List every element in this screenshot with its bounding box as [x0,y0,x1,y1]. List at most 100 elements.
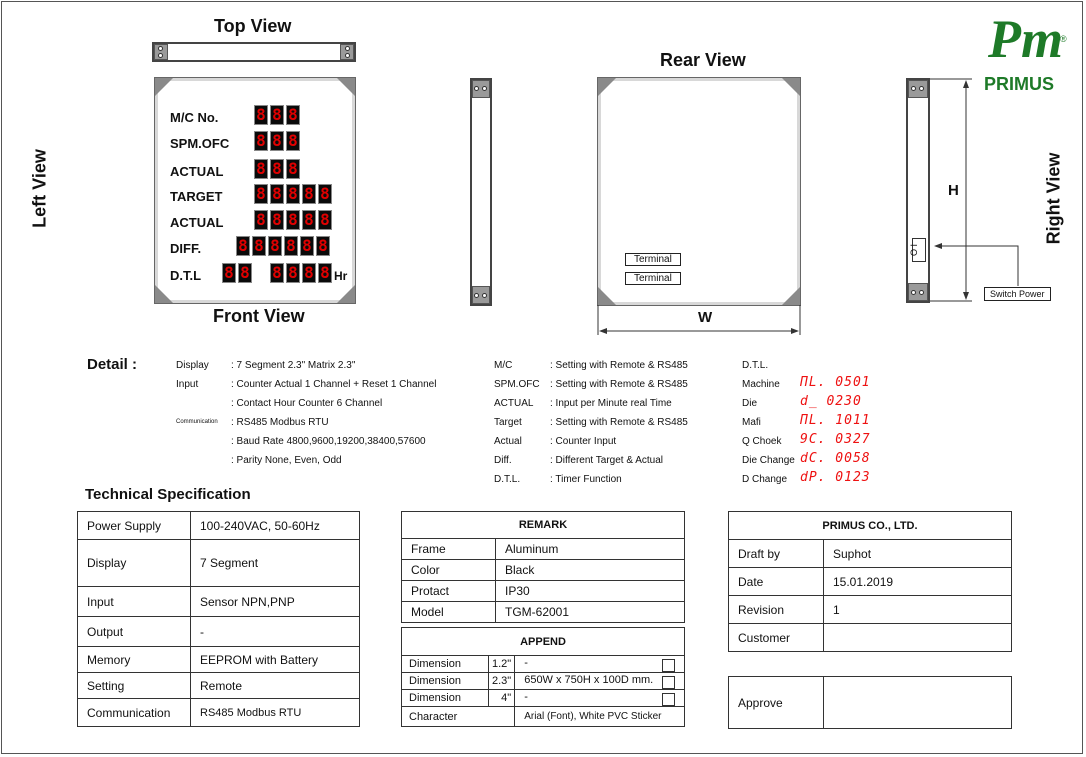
dtl-key: D Change [742,474,788,485]
checkbox[interactable] [662,658,675,672]
append-key: Dimension [401,655,489,673]
left-view-title: Left View [29,149,50,228]
seven-segment-digit: 8 [270,263,284,283]
append-key: Dimension [401,672,489,690]
detail-value: : Setting with Remote & RS485 [550,417,688,428]
table-row: Frame Aluminum [401,538,685,560]
dtl-code: 9C. 0327 [800,432,871,447]
digit-group-2: 888 [254,159,300,179]
detail-key: ACTUAL [494,398,534,409]
tech-spec-title: Technical Specification [85,486,251,503]
detail-key: SPM.OFC [494,379,540,390]
table-row: Display 7 Segment [77,539,360,587]
table-row: Memory EEPROM with Battery [77,646,360,673]
company-value: Suphot [823,539,1012,568]
switch-glyph: O I [909,243,920,257]
spec-value: 100-240VAC, 50-60Hz [190,511,360,540]
checkbox[interactable] [662,675,675,689]
remark-table: REMARK Frame Aluminum Color Black Protact I… [401,511,685,623]
digit-group-3: 88888 [254,184,332,204]
seven-segment-digit: 8 [286,159,300,179]
detail-value: : RS485 Modbus RTU [231,417,329,428]
append-table: APPEND Dimension 1.2" - Dimension 2.3" 650W … [400,627,685,727]
digit-group-4: 88888 [254,210,332,230]
seven-segment-digit: 8 [236,236,250,256]
spec-key: Input [77,586,191,617]
spec-value: 7 Segment [190,539,360,587]
company-value [823,623,1012,652]
company-key: Date [728,567,824,596]
table-row: Output - [77,616,360,647]
remark-value: Aluminum [495,538,685,560]
seven-segment-digit: 8 [254,105,268,125]
detail-key: Target [494,417,522,428]
remark-value: TGM-62001 [495,601,685,623]
rear-panel: Terminal Terminal [597,77,801,306]
dtl-key: Q Choek [742,436,782,447]
detail-value: : Setting with Remote & RS485 [550,360,688,371]
detail-key: Display [176,360,209,371]
table-row: Power Supply 100-240VAC, 50-60Hz [77,511,360,540]
detail-key: Input [176,379,199,390]
row-label: D.T.L [170,268,202,283]
right-view-bar [906,78,930,303]
hour-unit: Hr [334,269,348,283]
remark-title: REMARK [401,511,685,539]
append-title: APPEND [401,627,685,656]
detail-value: : 7 Segment 2.3" Matrix 2.3" [231,360,356,371]
detail-title: Detail : [87,356,138,373]
detail-key: M/C [494,360,513,371]
remark-key: Protact [401,580,496,602]
approve-label: Approve [728,676,824,729]
spec-key: Output [77,616,191,647]
append-size: 2.3" [487,672,516,690]
spec-value: RS485 Modbus RTU [190,698,360,727]
remark-key: Model [401,601,496,623]
approve-table: Approve [728,676,1012,729]
detail-key: Diff. [494,455,512,466]
spec-key: Memory [77,646,191,673]
seven-segment-digit: 8 [254,210,268,230]
remark-key: Color [401,559,496,581]
dtl-code: ΠL. 0501 [800,375,871,390]
spec-value: Remote [190,672,360,699]
append-key: Dimension [401,689,489,707]
spec-value: EEPROM with Battery [190,646,360,673]
dtl-code: d_ 0230 [800,394,862,409]
width-label: W [698,309,713,326]
append-value: - [524,656,528,669]
company-key: Customer [728,623,824,652]
append-value: 650W x 750H x 100D mm. [524,673,654,686]
seven-segment-digit: 8 [268,236,282,256]
table-row: Draft by Suphot [728,539,1012,568]
table-row: Color Black [401,559,685,581]
dtl-code: ΠL. 1011 [800,413,871,428]
seven-segment-digit: 8 [302,210,316,230]
remark-key: Frame [401,538,496,560]
append-value: - [524,690,528,703]
dtl-key: Mafi [742,417,761,428]
append-value-cell: - [514,655,685,673]
dtl-key: Die Change [742,455,795,466]
table-row: Setting Remote [77,672,360,699]
seven-segment-digit: 8 [286,131,300,151]
detail-value: : Parity None, Even, Odd [231,455,342,466]
detail-value: : Contact Hour Counter 6 Channel [231,398,383,409]
seven-segment-digit: 8 [254,184,268,204]
detail-value: : Input per Minute real Time [550,398,672,409]
top-view-bar [152,42,356,62]
checkbox[interactable] [662,692,675,706]
row-label: M/C No. [170,110,219,125]
spec-key: Setting [77,672,191,699]
table-row: Protact IP30 [401,580,685,602]
digit-group-1: 888 [254,131,300,151]
company-table: PRIMUS CO., LTD. Draft by Suphot Date 15.0… [728,511,1012,652]
company-title: PRIMUS CO., LTD. [728,511,1012,540]
switch-power-label: Switch Power [984,287,1051,301]
spec-key: Power Supply [77,511,191,540]
seven-segment-digit: 8 [286,210,300,230]
row-label: DIFF. [170,241,202,256]
table-row: Customer [728,623,1012,652]
seven-segment-digit: 8 [302,184,316,204]
company-value: 1 [823,595,1012,624]
